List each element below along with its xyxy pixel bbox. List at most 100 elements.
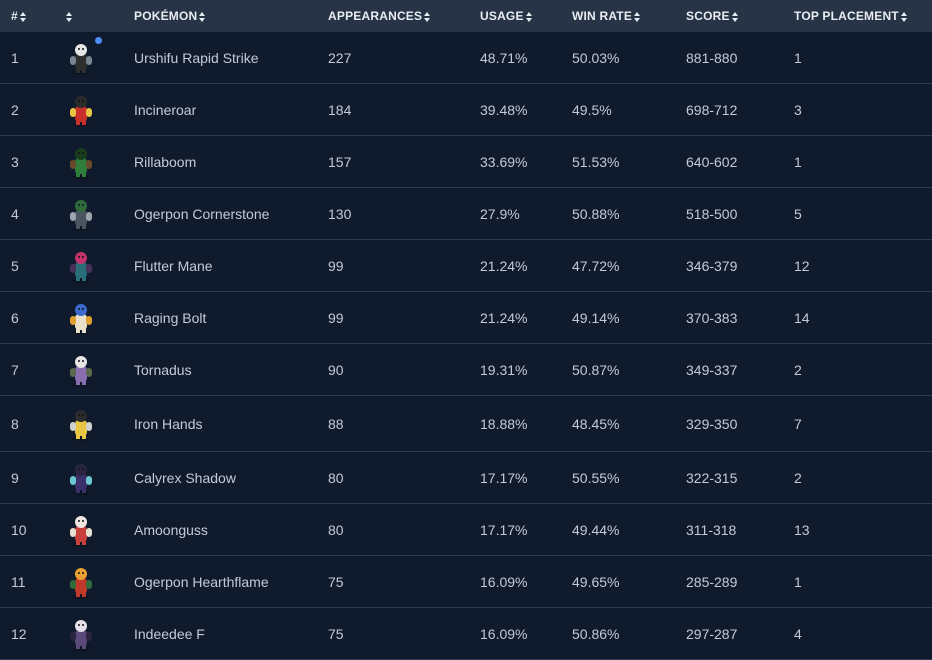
pokemon-name-cell[interactable]: Indeedee F	[134, 626, 328, 642]
table-row[interactable]: 5 Flutter Mane 99 21.24% 47.72% 346-379 …	[0, 240, 932, 292]
sort-icon[interactable]	[900, 11, 909, 22]
usage-cell: 17.17%	[480, 521, 528, 538]
table-row[interactable]: 11 Ogerpon Hearthflame 75 16.09% 49.65% …	[0, 556, 932, 608]
usage-cell: 16.09%	[480, 573, 528, 590]
sprite-cell	[56, 512, 134, 548]
usage-cell: 27.9%	[480, 205, 520, 222]
rillaboom-sprite-icon	[64, 144, 98, 180]
top-placement-cell: 4	[794, 625, 802, 642]
table-row[interactable]: 2 Incineroar 184 39.48% 49.5% 698-712 3	[0, 84, 932, 136]
pokemon-name-cell[interactable]: Rillaboom	[134, 154, 328, 170]
top-placement-cell: 5	[794, 205, 802, 222]
table-row[interactable]: 8 Iron Hands 88 18.88% 48.45% 329-350 7	[0, 396, 932, 452]
sort-icon[interactable]	[424, 11, 432, 22]
sort-icon[interactable]	[525, 11, 534, 22]
pokemon-name-cell[interactable]: Flutter Mane	[134, 258, 328, 274]
appearances-cell: 90	[328, 361, 344, 378]
column-header-score[interactable]: SCORE	[686, 9, 794, 23]
appearances-cell: 157	[328, 153, 352, 170]
column-header-label: APPEARANCES	[328, 9, 423, 23]
pokemon-name-cell[interactable]: Calyrex Shadow	[134, 470, 328, 486]
sort-icon[interactable]	[66, 11, 74, 22]
raging-bolt-sprite-icon	[64, 300, 98, 336]
column-header-rank[interactable]: #	[0, 9, 56, 23]
usage-cell: 39.48%	[480, 101, 528, 118]
table-body: 1 Urshifu Rapid Strike 227 48.71% 50.03%…	[0, 32, 932, 660]
usage-cell: 17.17%	[480, 469, 528, 486]
top-placement-cell: 12	[794, 257, 810, 274]
pokemon-name-cell[interactable]: Iron Hands	[134, 416, 328, 432]
column-header-sprite[interactable]	[56, 9, 134, 23]
score-cell: 329-350	[686, 415, 738, 432]
pokemon-name-cell[interactable]: Ogerpon Cornerstone	[134, 206, 328, 222]
score-cell: 297-287	[686, 625, 738, 642]
top-placement-cell: 7	[794, 415, 802, 432]
column-header-pokemon[interactable]: POKÉMON	[134, 9, 328, 23]
pokemon-name-cell[interactable]: Incineroar	[134, 102, 328, 118]
score-cell: 881-880	[686, 49, 738, 66]
score-cell: 349-337	[686, 361, 738, 378]
column-header-appearances[interactable]: APPEARANCES	[328, 9, 480, 23]
column-header-top-placement[interactable]: TOP PLACEMENT	[794, 9, 932, 23]
column-header-label: WIN RATE	[572, 9, 633, 23]
score-cell: 322-315	[686, 469, 738, 486]
win-rate-cell: 50.87%	[572, 361, 620, 378]
tornadus-sprite-icon	[64, 352, 98, 388]
ogerpon-hearthflame-sprite-icon	[64, 564, 98, 600]
appearances-cell: 227	[328, 49, 352, 66]
amoonguss-sprite-icon	[64, 512, 98, 548]
appearances-cell: 75	[328, 625, 344, 642]
sprite-cell	[56, 564, 134, 600]
rank-cell: 7	[11, 361, 19, 378]
score-cell: 698-712	[686, 101, 738, 118]
table-row[interactable]: 3 Rillaboom 157 33.69% 51.53% 640-602 1	[0, 136, 932, 188]
appearances-cell: 99	[328, 257, 344, 274]
top-placement-cell: 3	[794, 101, 802, 118]
usage-cell: 33.69%	[480, 153, 528, 170]
rank-cell: 6	[11, 309, 19, 326]
column-header-usage[interactable]: USAGE	[480, 9, 572, 23]
usage-cell: 19.31%	[480, 361, 528, 378]
column-header-win-rate[interactable]: WIN RATE	[572, 9, 686, 23]
appearances-cell: 80	[328, 521, 344, 538]
calyrex-shadow-sprite-icon	[64, 460, 98, 496]
pokemon-name-cell[interactable]: Raging Bolt	[134, 310, 328, 326]
top-placement-cell: 1	[794, 49, 802, 66]
pokemon-name-cell[interactable]: Tornadus	[134, 362, 328, 378]
top-placement-cell: 1	[794, 573, 802, 590]
table-row[interactable]: 4 Ogerpon Cornerstone 130 27.9% 50.88% 5…	[0, 188, 932, 240]
appearances-cell: 184	[328, 101, 352, 118]
table-row[interactable]: 6 Raging Bolt 99 21.24% 49.14% 370-383 1…	[0, 292, 932, 344]
sprite-cell	[56, 196, 134, 232]
win-rate-cell: 50.88%	[572, 205, 620, 222]
rank-cell: 11	[11, 573, 26, 590]
column-header-label: TOP PLACEMENT	[794, 9, 899, 23]
sprite-cell	[56, 92, 134, 128]
sort-icon[interactable]	[731, 11, 740, 22]
pokemon-name-cell[interactable]: Amoonguss	[134, 522, 328, 538]
win-rate-cell: 51.53%	[572, 153, 620, 170]
pokemon-name-cell[interactable]: Urshifu Rapid Strike	[134, 50, 328, 66]
urshifu-rapid-strike-sprite-icon	[64, 36, 102, 76]
sort-icon[interactable]	[19, 11, 28, 22]
score-cell: 370-383	[686, 309, 738, 326]
top-placement-cell: 2	[794, 469, 802, 486]
column-header-label: #	[11, 9, 18, 23]
table-row[interactable]: 12 Indeedee F 75 16.09% 50.86% 297-287 4	[0, 608, 932, 660]
table-row[interactable]: 7 Tornadus 90 19.31% 50.87% 349-337 2	[0, 344, 932, 396]
sprite-cell	[56, 300, 134, 336]
win-rate-cell: 50.55%	[572, 469, 620, 486]
sort-icon[interactable]	[199, 11, 207, 22]
table-row[interactable]: 1 Urshifu Rapid Strike 227 48.71% 50.03%…	[0, 32, 932, 84]
sort-icon[interactable]	[634, 11, 642, 22]
rank-cell: 4	[11, 205, 19, 222]
table-row[interactable]: 9 Calyrex Shadow 80 17.17% 50.55% 322-31…	[0, 452, 932, 504]
column-header-label: USAGE	[480, 9, 524, 23]
usage-cell: 18.88%	[480, 415, 528, 432]
pokemon-name-cell[interactable]: Ogerpon Hearthflame	[134, 574, 328, 590]
sprite-cell	[56, 460, 134, 496]
top-placement-cell: 2	[794, 361, 802, 378]
table-row[interactable]: 10 Amoonguss 80 17.17% 49.44% 311-318 13	[0, 504, 932, 556]
rank-cell: 2	[11, 101, 19, 118]
top-placement-cell: 14	[794, 309, 810, 326]
